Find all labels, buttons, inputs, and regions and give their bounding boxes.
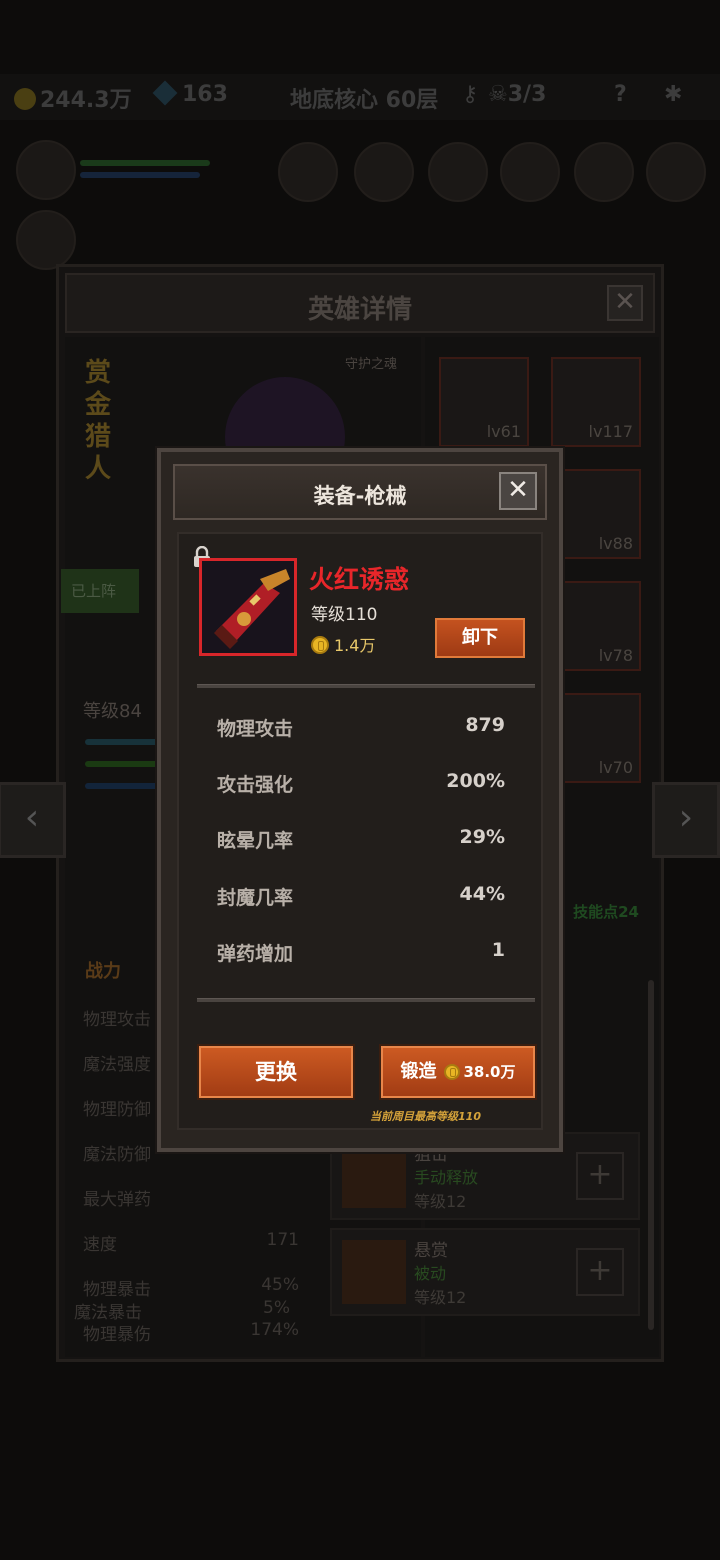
equip-slot-ring[interactable]: lv78: [551, 581, 641, 671]
red-gun-icon: [202, 561, 294, 653]
previous-hero-button[interactable]: ‹: [0, 782, 66, 858]
crosshair-skill-icon: [342, 1144, 406, 1208]
roster-hero-icon[interactable]: [278, 142, 338, 202]
equip-slot-armor[interactable]: lv88: [551, 469, 641, 559]
stat-bar: [85, 761, 165, 767]
item-stat-row: 封魔几率 44%: [217, 883, 505, 909]
hero-stat-row: 物理暴击 45%: [83, 1275, 299, 1300]
roster-hero-icon[interactable]: [574, 142, 634, 202]
hero-name: 赏金猎人: [85, 358, 112, 484]
hero-details-close-button[interactable]: ✕: [607, 285, 643, 321]
deployed-badge: 已上阵: [61, 569, 139, 613]
hero-details-header: 英雄详情 ✕: [65, 273, 655, 333]
resource-bar: 244.3万 163 地底核心 60层 ⚷ ☠3/3 ? ✱: [0, 74, 720, 120]
stat-bar: [85, 783, 165, 789]
item-stat-row: 物理攻击 879: [217, 714, 505, 740]
guardian-soul-label: 守护之魂: [345, 357, 398, 372]
key-icon[interactable]: ⚷: [462, 82, 478, 107]
skill-card[interactable]: 悬赏 被动 等级12 +: [330, 1228, 640, 1316]
hp-bar: [80, 160, 210, 166]
skull-icon: ☠: [488, 82, 508, 107]
gem-counter: 163: [152, 80, 228, 107]
gold-coin-icon: [444, 1064, 461, 1080]
beer-mug-skill-icon: [342, 1240, 406, 1304]
equip-slot-cloak[interactable]: lv70: [551, 693, 641, 783]
roster-hero-icon[interactable]: [646, 142, 706, 202]
modal-header: 装备-枪械 ✕: [173, 464, 547, 520]
skill-upgrade-button[interactable]: +: [576, 1248, 624, 1296]
modal-close-button[interactable]: ✕: [499, 472, 537, 510]
forge-cost: 38.0万: [444, 1063, 516, 1081]
max-level-note: 当前周目最高等级110: [370, 1110, 481, 1123]
gem-icon: [152, 80, 178, 106]
gold-coin-icon: [311, 636, 329, 654]
modal-title: 装备-枪械: [313, 484, 407, 508]
hero-details-title: 英雄详情: [307, 295, 412, 325]
gold-coin-icon: [14, 88, 36, 110]
hero-stat-row: 速度 171: [83, 1230, 299, 1255]
mp-bar: [80, 172, 200, 178]
floor-label: 地底核心 60层: [290, 88, 439, 113]
divider: [197, 684, 535, 688]
hero-stat-row: 魔法暴击 5%: [74, 1298, 290, 1323]
roster-hero-icon[interactable]: [16, 210, 76, 270]
item-stat-row: 攻击强化 200%: [217, 770, 505, 796]
change-equipment-button[interactable]: 更换: [199, 1046, 353, 1098]
gold-counter: 244.3万: [14, 82, 132, 114]
divider: [197, 998, 535, 1002]
roster-hero-icon[interactable]: [16, 140, 76, 200]
modal-body: 火红诱惑 等级110 1.4万 卸下 物理攻击 879 攻击强化 200% 眩晕几率…: [177, 532, 543, 1130]
skull-counter: ☠3/3: [488, 82, 547, 107]
roster-hero-icon[interactable]: [354, 142, 414, 202]
item-stat-row: 眩晕几率 29%: [217, 826, 505, 852]
item-name: 火红诱惑: [309, 565, 410, 594]
hero-level: 等级84: [83, 701, 142, 722]
settings-gear-icon[interactable]: ✱: [664, 82, 682, 107]
stat-bar: [85, 739, 165, 745]
skill-list-scrollbar[interactable]: [648, 980, 654, 1330]
equip-slot-amulet[interactable]: lv117: [551, 357, 641, 447]
skill-upgrade-button[interactable]: +: [576, 1152, 624, 1200]
item-sell-price: 1.4万: [311, 632, 375, 656]
next-hero-button[interactable]: ›: [652, 782, 720, 858]
equip-slot-helmet[interactable]: lv61: [439, 357, 529, 447]
roster-hero-icon[interactable]: [428, 142, 488, 202]
item-level: 等级110: [311, 605, 378, 625]
weapon-item-frame[interactable]: [199, 558, 297, 656]
unequip-button[interactable]: 卸下: [435, 618, 525, 658]
item-stat-row: 弹药增加 1: [217, 939, 505, 965]
equipment-modal: 装备-枪械 ✕ 火红诱惑 等级110 1.4万 卸下 物理攻击 879 攻击强化 2…: [157, 448, 563, 1152]
forge-button[interactable]: 锻造 38.0万: [381, 1046, 535, 1098]
hero-stat-row: 物理暴伤 174%: [83, 1320, 299, 1345]
help-button[interactable]: ?: [614, 82, 627, 107]
hero-stat-row: 最大弹药: [83, 1190, 151, 1210]
roster-hero-icon[interactable]: [500, 142, 560, 202]
power-label: 战力: [85, 961, 121, 982]
skill-points: 技能点24: [573, 903, 639, 921]
